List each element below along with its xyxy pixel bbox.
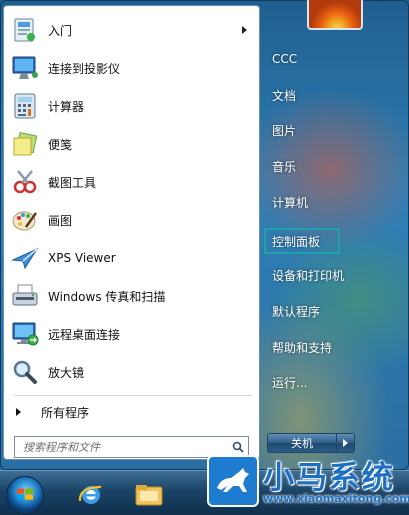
link-computer[interactable]: 计算机 xyxy=(264,189,384,215)
link-pictures[interactable]: 图片 xyxy=(264,117,384,143)
magnifier-icon xyxy=(10,357,40,387)
link-label: 图片 xyxy=(272,123,297,138)
all-programs-label: 所有程序 xyxy=(41,405,90,420)
projector-icon xyxy=(10,53,40,83)
program-label: 连接到投影仪 xyxy=(48,61,121,76)
program-label: 便笺 xyxy=(48,137,73,152)
remote-desktop-icon xyxy=(10,319,40,349)
program-item-xps-viewer[interactable]: XPS Viewer xyxy=(10,240,255,276)
link-devices-printers[interactable]: 设备和打印机 xyxy=(264,262,384,288)
program-item-magnifier[interactable]: 放大镜 xyxy=(10,354,255,390)
watermark-url: www.xiaomaxitong.com xyxy=(263,492,409,505)
chevron-right-icon xyxy=(343,439,348,447)
program-item-getting-started[interactable]: 入门 xyxy=(10,12,255,48)
all-programs-arrow-icon xyxy=(16,408,21,416)
search-input[interactable] xyxy=(15,438,228,456)
program-label: 截图工具 xyxy=(48,175,97,190)
paint-icon xyxy=(10,205,40,235)
program-item-fax-scan[interactable]: Windows 传真和扫描 xyxy=(10,278,255,314)
fax-scan-icon xyxy=(10,281,40,311)
program-label: 入门 xyxy=(48,23,73,38)
program-item-sticky-notes[interactable]: 便笺 xyxy=(10,126,255,162)
shutdown-button[interactable]: 关机 xyxy=(267,433,337,453)
link-documents[interactable]: 文档 xyxy=(264,82,384,108)
programs-panel: 入门 连接到投影仪 计算器 便笺 截图工具 画图 XPS Viewer Wind… xyxy=(3,5,260,460)
link-label: 音乐 xyxy=(272,159,297,174)
link-control-panel[interactable]: 控制面板 xyxy=(264,228,340,254)
program-item-projector[interactable]: 连接到投影仪 xyxy=(10,50,255,86)
link-music[interactable]: 音乐 xyxy=(264,153,384,179)
snipping-tool-icon xyxy=(10,167,40,197)
program-item-calculator[interactable]: 计算器 xyxy=(10,88,255,124)
program-label: 远程桌面连接 xyxy=(48,327,121,342)
link-default-programs[interactable]: 默认程序 xyxy=(264,298,384,324)
link-label: CCC xyxy=(272,52,298,66)
calculator-icon xyxy=(10,91,40,121)
link-label: 控制面板 xyxy=(272,234,321,249)
search-icon[interactable] xyxy=(228,438,248,456)
program-label: 计算器 xyxy=(48,99,85,114)
link-label: 设备和打印机 xyxy=(272,268,345,283)
link-label: 运行... xyxy=(272,375,308,390)
link-label: 默认程序 xyxy=(272,304,321,319)
link-label: 帮助和支持 xyxy=(272,340,333,355)
all-programs-button[interactable]: 所有程序 xyxy=(16,401,251,423)
submenu-arrow-icon[interactable] xyxy=(242,26,247,34)
program-label: 画图 xyxy=(48,213,73,228)
programs-divider xyxy=(14,395,252,396)
program-label: 放大镜 xyxy=(48,365,85,380)
link-label: 计算机 xyxy=(272,195,309,210)
link-help-support[interactable]: 帮助和支持 xyxy=(264,334,384,360)
program-label: Windows 传真和扫描 xyxy=(48,289,166,304)
watermark-title: 小马系统 xyxy=(263,460,395,496)
watermark-horse-logo xyxy=(207,455,259,507)
link-run[interactable]: 运行... xyxy=(264,369,384,395)
program-item-snipping-tool[interactable]: 截图工具 xyxy=(10,164,255,200)
getting-started-icon xyxy=(10,15,40,45)
xps-viewer-icon xyxy=(10,243,40,273)
link-user-ccc[interactable]: CCC xyxy=(264,46,384,72)
shutdown-label: 关机 xyxy=(291,437,313,450)
shutdown-options-button[interactable] xyxy=(337,433,355,453)
link-label: 文档 xyxy=(272,88,297,103)
program-label: XPS Viewer xyxy=(48,251,116,265)
user-account-picture[interactable] xyxy=(307,0,363,30)
windows-explorer-icon[interactable] xyxy=(132,478,166,512)
program-item-remote-desktop[interactable]: 远程桌面连接 xyxy=(10,316,255,352)
program-item-paint[interactable]: 画图 xyxy=(10,202,255,238)
sticky-notes-icon xyxy=(10,129,40,159)
windows-start-orb-icon[interactable] xyxy=(6,476,44,514)
internet-explorer-icon[interactable] xyxy=(74,478,108,512)
